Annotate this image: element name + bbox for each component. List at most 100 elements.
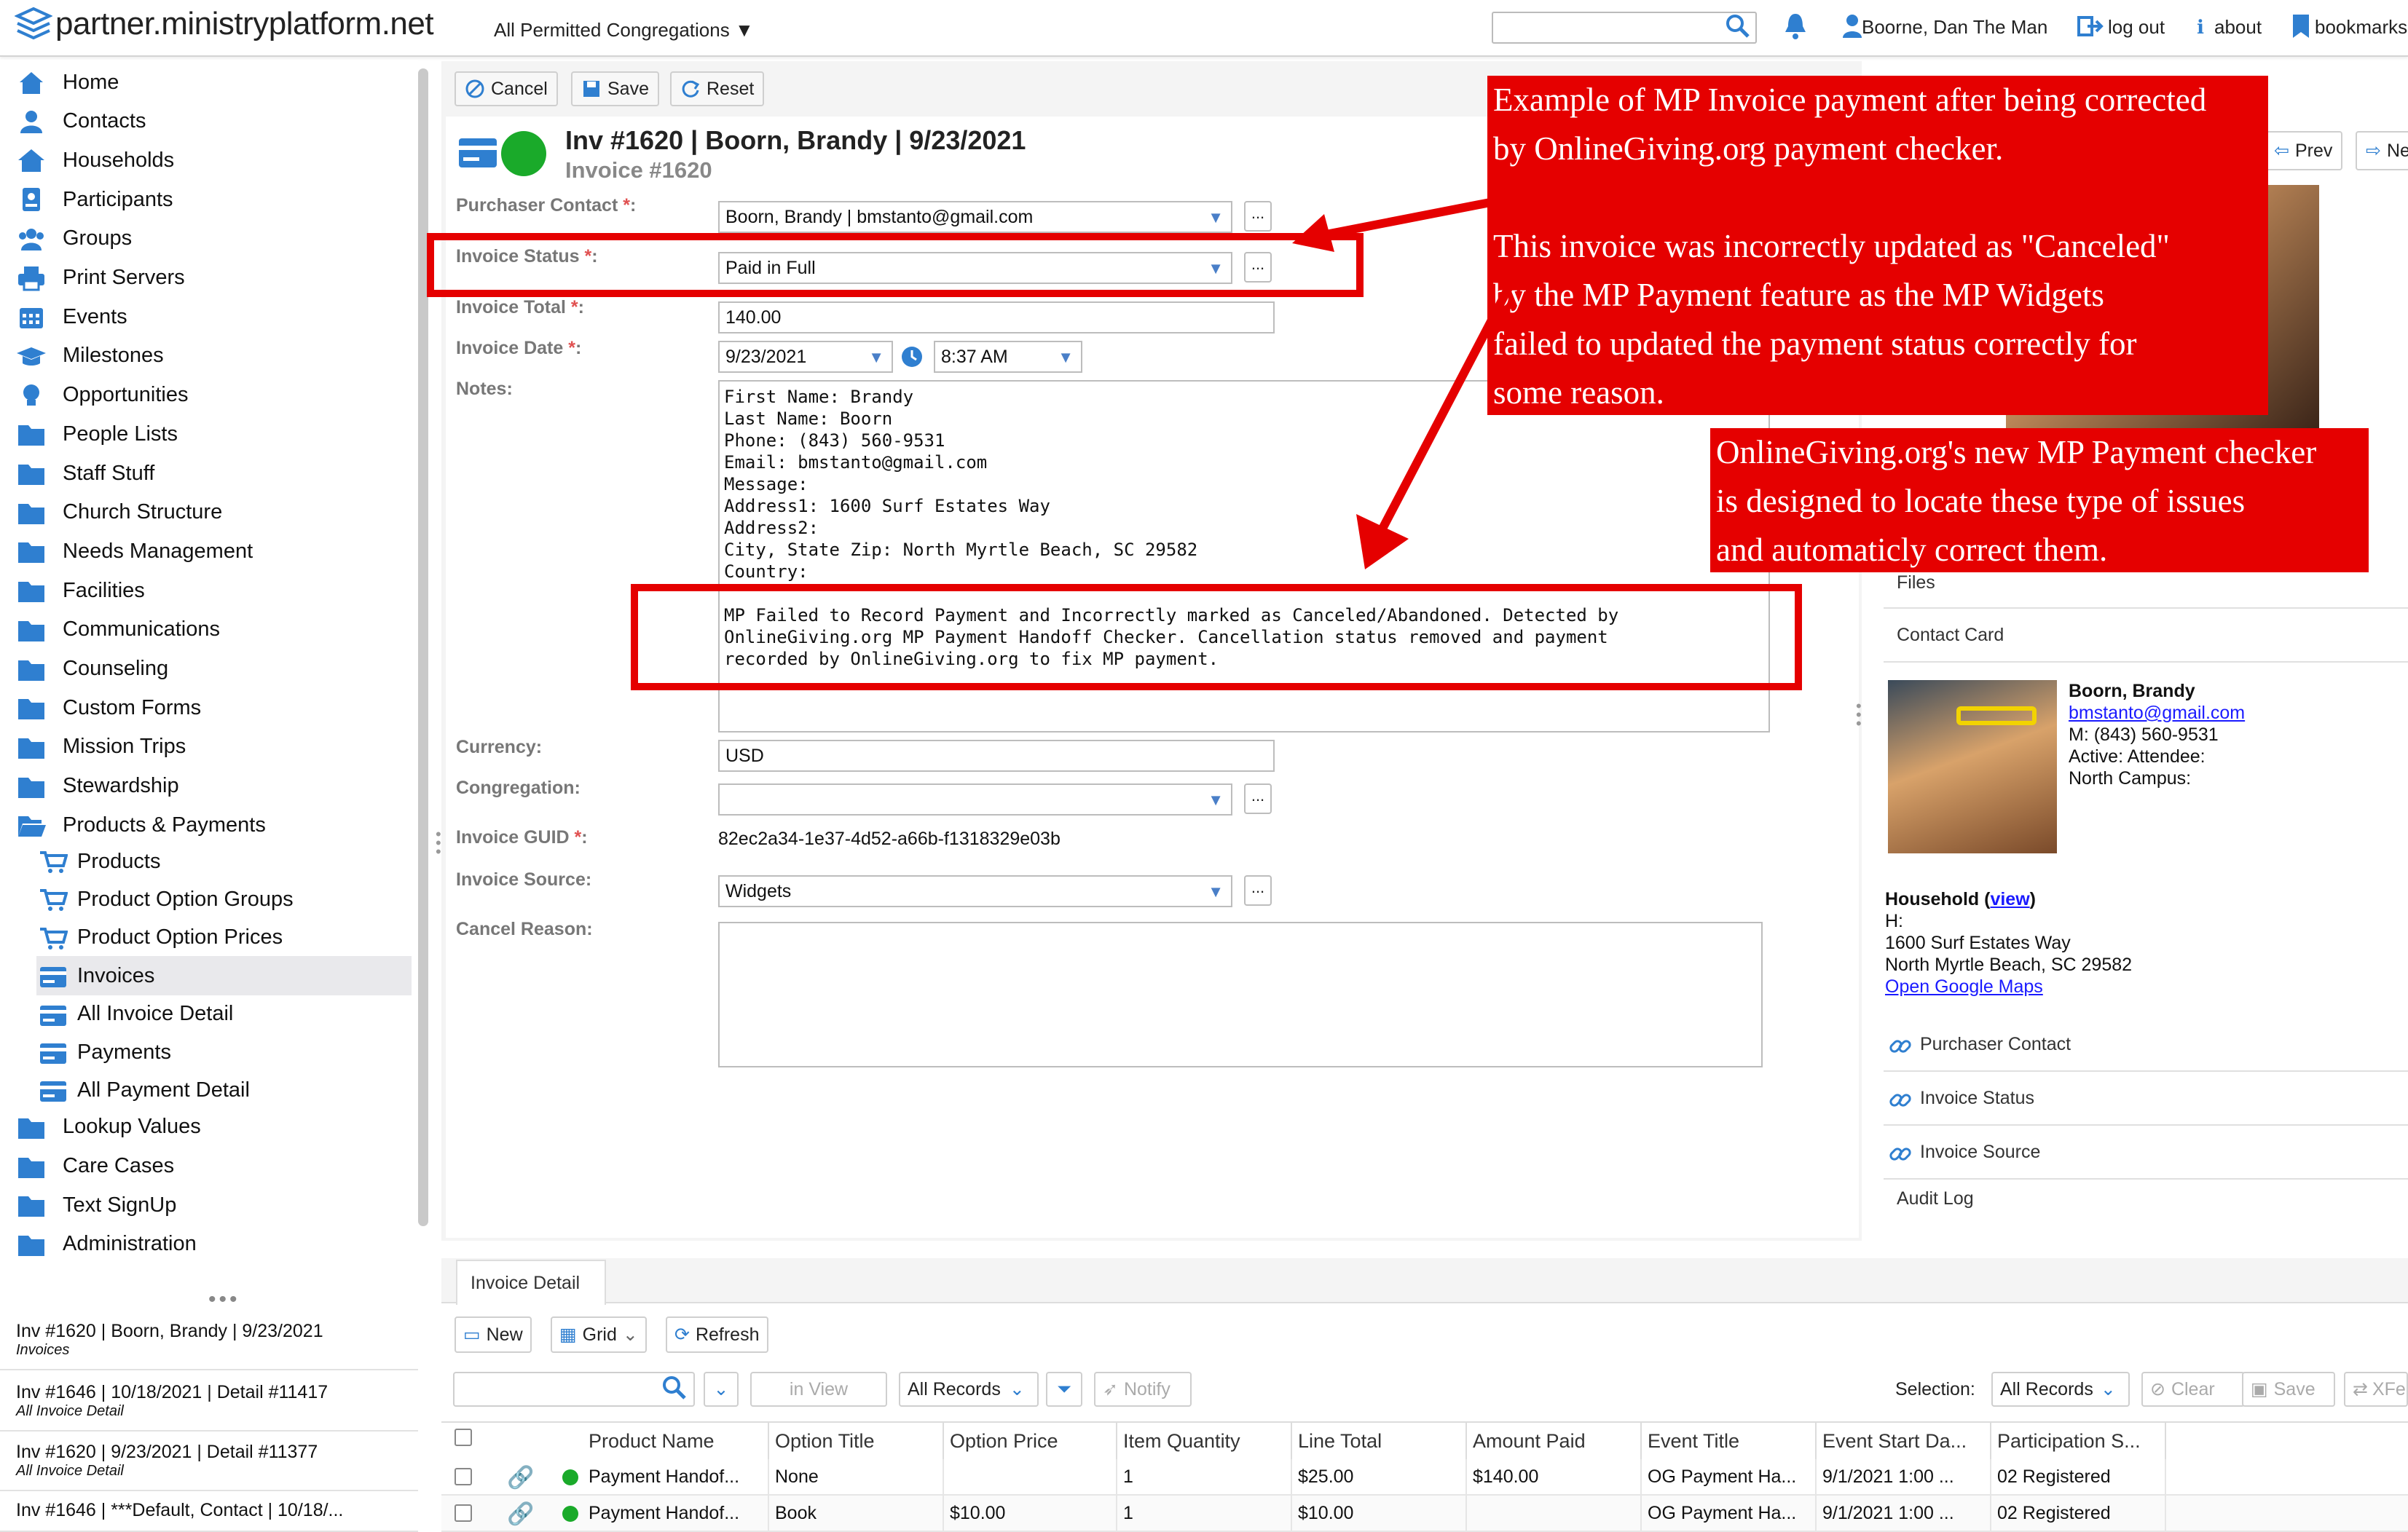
sidebar-item-people-lists[interactable]: People Lists: [15, 414, 408, 454]
column-header[interactable]: Option Title: [769, 1423, 944, 1459]
row-link-icon[interactable]: 🔗: [507, 1501, 534, 1527]
congregation-selector[interactable]: All Permitted Congregations ▼: [494, 19, 754, 42]
audit-log-row[interactable]: Audit Log: [1884, 1178, 2408, 1226]
notify-button[interactable]: ➶ Notify: [1094, 1372, 1192, 1407]
sidebar-subitem-products[interactable]: Products: [36, 842, 412, 881]
sidebar-item-staff-stuff[interactable]: Staff Stuff: [15, 454, 408, 493]
prev-record-button[interactable]: ⇦ Prev: [2264, 131, 2343, 170]
search-icon[interactable]: [661, 1375, 688, 1401]
sidebar-item-households[interactable]: Households: [15, 141, 408, 180]
bookmarks-link[interactable]: bookmarks: [2315, 16, 2407, 39]
sidebar-item-church-structure[interactable]: Church Structure: [15, 493, 408, 532]
recent-item[interactable]: Inv #1646 | 10/18/2021 | Detail #11417 Al…: [0, 1372, 418, 1432]
sidebar-item-text-signup[interactable]: Text SignUp: [15, 1185, 408, 1225]
grid-search-input[interactable]: [453, 1372, 695, 1407]
resize-handle-left[interactable]: • • •: [436, 826, 441, 860]
row-link-icon[interactable]: 🔗: [507, 1465, 534, 1490]
search-options-button[interactable]: ⌄: [704, 1372, 739, 1407]
grid-view-button[interactable]: ▦ Grid ⌄: [551, 1316, 647, 1353]
recent-item[interactable]: Inv #1646 | ***Default, Contact | 10/18/…: [0, 1490, 418, 1532]
column-header[interactable]: Participation S...: [1991, 1423, 2166, 1459]
save-button[interactable]: Save: [571, 71, 659, 106]
recent-item[interactable]: Inv #1620 | 9/23/2021 | Detail #11377 All…: [0, 1432, 418, 1491]
select-all-checkbox[interactable]: [455, 1429, 472, 1446]
reset-button[interactable]: Reset: [670, 71, 765, 106]
sidebar-item-groups[interactable]: Groups: [15, 219, 408, 258]
currency-input[interactable]: USD: [718, 740, 1275, 772]
recent-item[interactable]: Inv #1620 | Boorn, Brandy | 9/23/2021 Inv…: [0, 1311, 418, 1370]
records-filter-select[interactable]: All Records ⌄: [899, 1372, 1039, 1407]
sidebar-item-care-cases[interactable]: Care Cases: [15, 1147, 408, 1186]
sidebar-item-home[interactable]: Home: [15, 63, 408, 102]
column-header[interactable]: Event Start Da...: [1817, 1423, 1991, 1459]
sidebar-item-lookup-values[interactable]: Lookup Values: [15, 1107, 408, 1147]
tab-invoice-detail[interactable]: Invoice Detail: [456, 1260, 606, 1305]
contact-email-link[interactable]: bmstanto@gmail.com: [2069, 702, 2245, 724]
column-header[interactable]: Product Name: [583, 1423, 769, 1459]
sidebar-item-products-payments[interactable]: Products & Payments: [15, 805, 408, 845]
row-checkbox[interactable]: [455, 1468, 472, 1485]
sidebar-item-print-servers[interactable]: Print Servers: [15, 258, 408, 298]
cancel-reason-textarea[interactable]: [718, 922, 1763, 1067]
invoice-source-select[interactable]: Widgets ▼: [718, 875, 1232, 907]
sidebar-item-mission-trips[interactable]: Mission Trips: [15, 727, 408, 767]
save-selection-button[interactable]: ▣ Save: [2242, 1372, 2335, 1407]
sidebar-item-needs-management[interactable]: Needs Management: [15, 532, 408, 571]
sidebar-item-milestones[interactable]: Milestones: [15, 336, 408, 376]
in-view-toggle[interactable]: in View: [750, 1372, 887, 1407]
search-icon[interactable]: [1725, 13, 1751, 39]
sidebar-item-facilities[interactable]: Facilities: [15, 571, 408, 610]
sidebar-item-communications[interactable]: Communications: [15, 610, 408, 649]
sidebar-subitem-payments[interactable]: Payments: [36, 1032, 412, 1072]
invoice-time-input[interactable]: 8:37 AM ▼: [934, 341, 1082, 373]
congregation-select[interactable]: ▼: [718, 783, 1232, 816]
sidebar-item-administration[interactable]: Administration: [15, 1225, 408, 1264]
sidebar-subitem-all-payment-detail[interactable]: All Payment Detail: [36, 1070, 412, 1110]
more-handle[interactable]: •••: [208, 1287, 240, 1312]
related-link-purchaser-contact[interactable]: Purchaser Contact: [1884, 1021, 2408, 1072]
sidebar-subitem-invoices[interactable]: Invoices: [36, 956, 412, 996]
sidebar-item-opportunities[interactable]: Opportunities: [15, 376, 408, 415]
clear-selection-button[interactable]: ⊘ Clear: [2141, 1372, 2245, 1407]
site-logo-text[interactable]: partner.ministryplatform.net: [55, 6, 434, 42]
transfer-button[interactable]: ⇄ XFe: [2344, 1372, 2408, 1407]
purchaser-lookup-button[interactable]: ...: [1244, 201, 1272, 232]
purchaser-contact-select[interactable]: Boorn, Brandy | bmstanto@gmail.com ▼: [718, 201, 1232, 233]
resize-handle-right[interactable]: • • •: [1856, 698, 1862, 732]
next-record-button[interactable]: ⇨ Ne: [2356, 131, 2408, 170]
refresh-grid-button[interactable]: ⟳ Refresh: [666, 1316, 768, 1353]
column-header[interactable]: Amount Paid: [1467, 1423, 1642, 1459]
related-link-invoice-status[interactable]: Invoice Status: [1884, 1075, 2408, 1126]
new-record-button[interactable]: ▭ New: [455, 1316, 532, 1353]
congregation-lookup-button[interactable]: ...: [1244, 783, 1272, 814]
sidebar-subitem-product-option-groups[interactable]: Product Option Groups: [36, 880, 412, 919]
cancel-button[interactable]: Cancel: [455, 71, 558, 106]
household-view-link[interactable]: view: [1990, 889, 2029, 909]
contact-card-header[interactable]: Contact Card: [1884, 610, 2408, 663]
sidebar-subitem-all-invoice-detail[interactable]: All Invoice Detail: [36, 995, 412, 1034]
filter-funnel-icon[interactable]: ⏷: [1046, 1372, 1082, 1407]
column-header[interactable]: Option Price: [944, 1423, 1117, 1459]
sidebar-item-participants[interactable]: Participants: [15, 180, 408, 219]
notification-bell-icon[interactable]: [1783, 12, 1808, 41]
sidebar-item-events[interactable]: Events: [15, 297, 408, 336]
logout-link[interactable]: log out: [2108, 16, 2165, 39]
sidebar-item-counseling[interactable]: Counseling: [15, 649, 408, 689]
selection-select[interactable]: All Records ⌄: [1991, 1372, 2130, 1407]
invoice-date-input[interactable]: 9/23/2021 ▼: [718, 341, 893, 373]
sidebar-item-custom-forms[interactable]: Custom Forms: [15, 688, 408, 727]
row-checkbox[interactable]: [455, 1504, 472, 1522]
column-header[interactable]: Line Total: [1292, 1423, 1467, 1459]
about-link[interactable]: about: [2214, 16, 2262, 39]
global-search-input[interactable]: [1492, 12, 1757, 44]
sidebar-item-stewardship[interactable]: Stewardship: [15, 767, 408, 806]
invoice-total-input[interactable]: 140.00: [718, 301, 1275, 333]
source-lookup-button[interactable]: ...: [1244, 875, 1272, 906]
sidebar-item-contacts[interactable]: Contacts: [15, 102, 408, 141]
related-link-invoice-source[interactable]: Invoice Source: [1884, 1129, 2408, 1180]
sidebar-subitem-product-option-prices[interactable]: Product Option Prices: [36, 918, 412, 957]
column-header[interactable]: Event Title: [1642, 1423, 1817, 1459]
google-maps-link[interactable]: Open Google Maps: [1885, 976, 2132, 998]
column-header[interactable]: Item Quantity: [1117, 1423, 1292, 1459]
user-name-link[interactable]: Boorne, Dan The Man: [1862, 16, 2047, 39]
